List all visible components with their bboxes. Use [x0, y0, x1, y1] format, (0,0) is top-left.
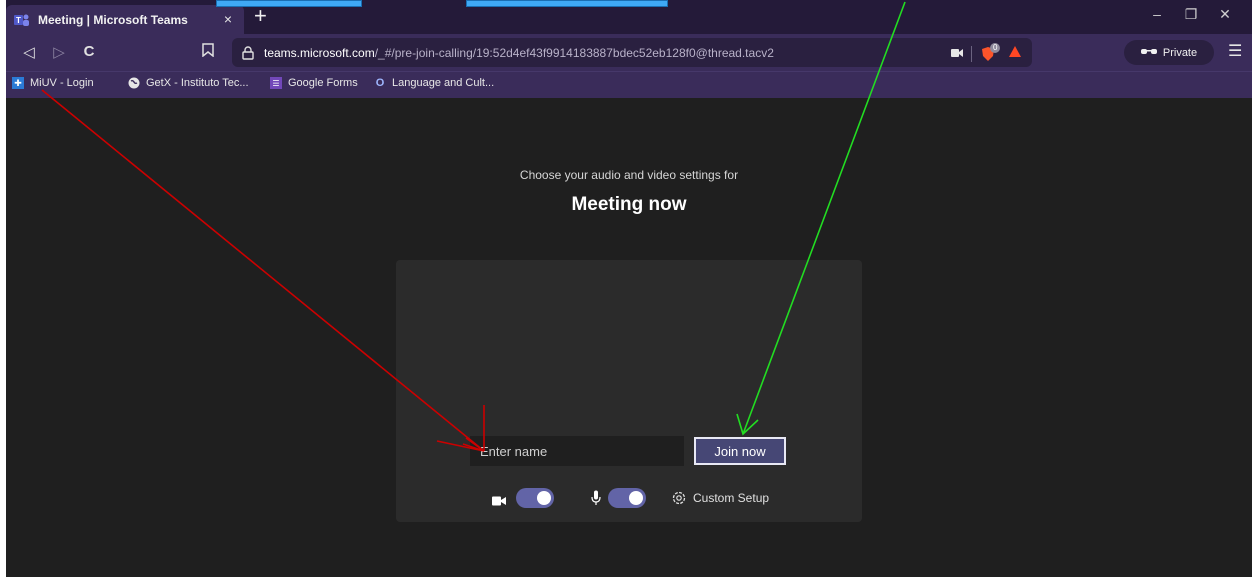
address-bar-actions: 0: [951, 43, 1022, 63]
globe-icon: [128, 77, 140, 89]
new-tab-icon[interactable]: +: [254, 4, 267, 28]
miuv-icon: ✚: [12, 77, 24, 89]
bookmark-language-culture[interactable]: O Language and Cult...: [374, 77, 494, 89]
custom-setup-link[interactable]: Custom Setup: [693, 491, 769, 505]
meeting-title: Meeting now: [571, 194, 687, 215]
teams-icon: T: [14, 13, 30, 27]
bookmark-label: GetX - Instituto Tec...: [146, 77, 249, 89]
private-window-badge[interactable]: Private: [1124, 40, 1214, 65]
url-host: teams.microsoft.com: [264, 45, 375, 60]
bookmark-label: MiUV - Login: [30, 77, 94, 89]
tab-close-icon[interactable]: ×: [224, 11, 232, 27]
bookmark-miuv[interactable]: ✚ MiUV - Login: [12, 77, 94, 89]
close-window-icon[interactable]: ✕: [1215, 6, 1235, 23]
language-icon: O: [375, 77, 385, 89]
forward-icon[interactable]: ▷: [50, 43, 68, 61]
bookmark-page-icon[interactable]: [202, 43, 214, 58]
tab-meeting[interactable]: T Meeting | Microsoft Teams ×: [6, 5, 244, 34]
toggle-knob: [629, 491, 643, 505]
restore-icon[interactable]: ❐: [1181, 6, 1201, 23]
brave-shield-icon[interactable]: 0: [980, 43, 1001, 62]
bookmark-getx[interactable]: GetX - Instituto Tec...: [128, 77, 249, 89]
av-controls: Custom Setup: [396, 488, 862, 510]
private-label: Private: [1162, 46, 1198, 59]
shield-count-badge: 0: [990, 43, 1001, 53]
browser-window: T Meeting | Microsoft Teams × + – ❐ ✕ ◁ …: [6, 0, 1252, 577]
tab-title: Meeting | Microsoft Teams: [38, 12, 188, 27]
join-now-button[interactable]: Join now: [694, 437, 786, 465]
prejoin-card: Join now Custom Setup: [396, 260, 862, 522]
toggle-knob: [537, 491, 551, 505]
address-bar[interactable]: teams.microsoft.com/_#/pre-join-calling/…: [232, 38, 1032, 67]
camera-toggle[interactable]: [516, 488, 554, 508]
highlight-box: [216, 0, 362, 7]
svg-text:T: T: [16, 16, 21, 25]
camera-permission-icon[interactable]: [951, 45, 963, 63]
private-glasses-icon: [1140, 47, 1157, 59]
brave-rewards-icon[interactable]: [1008, 45, 1022, 63]
microphone-icon: [591, 490, 601, 511]
url-path: /_#/pre-join-calling/19:52d4ef43f9914183…: [374, 45, 774, 60]
bookmark-label: Google Forms: [288, 77, 358, 89]
lock-icon: [242, 45, 254, 60]
teams-prejoin-page: Choose your audio and video settings for…: [6, 98, 1252, 577]
menu-icon[interactable]: ☰: [1228, 41, 1242, 61]
bookmark-google-forms[interactable]: ☰ Google Forms: [270, 77, 358, 89]
highlight-box: [466, 0, 668, 7]
camera-icon: [492, 493, 506, 511]
minimize-icon[interactable]: –: [1147, 6, 1167, 22]
prejoin-subtitle: Choose your audio and video settings for: [519, 168, 739, 182]
name-input[interactable]: [470, 436, 684, 466]
browser-toolbar: ◁ ▷ C teams.microsoft.com/_#/pre-join-ca…: [6, 34, 1252, 71]
bookmarks-bar: ✚ MiUV - Login GetX - Instituto Tec... ☰…: [6, 71, 1252, 99]
microphone-toggle[interactable]: [608, 488, 646, 508]
separator: [971, 46, 972, 62]
reload-icon[interactable]: C: [80, 43, 98, 60]
back-icon[interactable]: ◁: [20, 43, 38, 61]
bookmark-label: Language and Cult...: [392, 77, 495, 89]
forms-icon: ☰: [270, 77, 282, 89]
gear-icon[interactable]: [671, 490, 687, 511]
